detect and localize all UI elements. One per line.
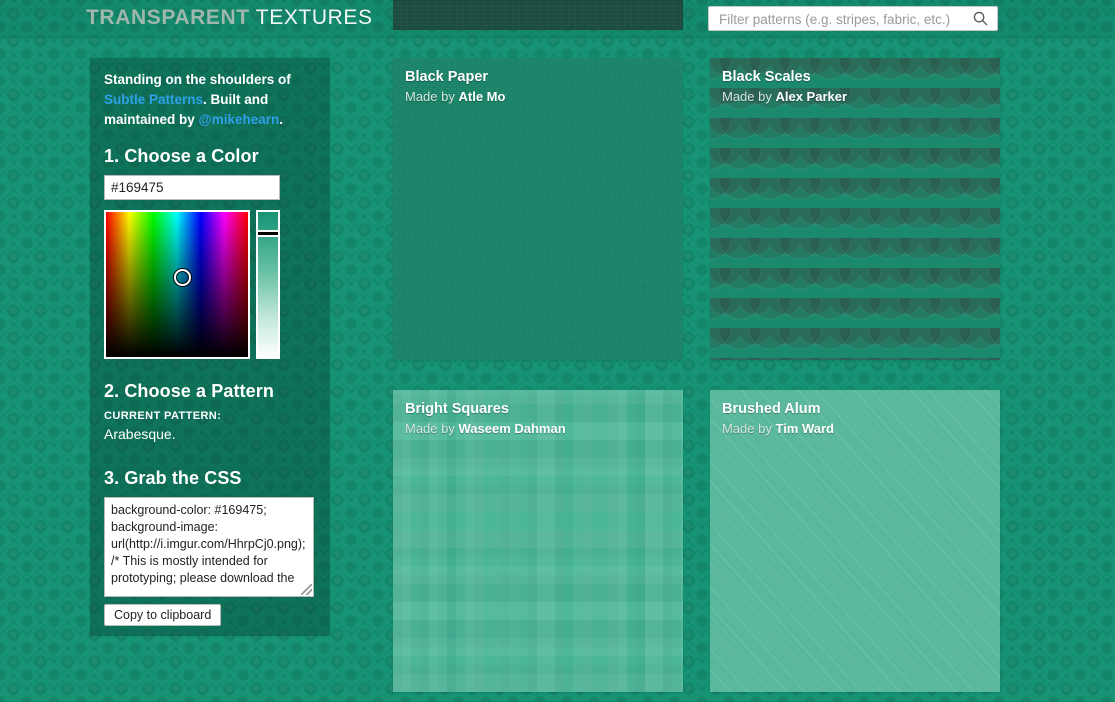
made-by-prefix: Made by bbox=[405, 421, 459, 436]
color-picker-gradient-map[interactable] bbox=[104, 210, 250, 359]
color-picker-cursor[interactable] bbox=[174, 269, 191, 286]
top-bar: TRANSPARENT TEXTURES bbox=[0, 0, 1115, 38]
made-by-prefix: Made by bbox=[722, 89, 776, 104]
copy-to-clipboard-button[interactable]: Copy to clipboard bbox=[104, 604, 222, 626]
pattern-card-title: Bright Squares bbox=[405, 401, 509, 417]
pattern-card-bright-squares[interactable]: Bright Squares Made by Waseem Dahman bbox=[393, 390, 683, 692]
pattern-card-author: Made by Tim Ward bbox=[722, 421, 834, 436]
made-by-prefix: Made by bbox=[405, 89, 459, 104]
color-hex-input[interactable] bbox=[104, 175, 280, 200]
author-name: Waseem Dahman bbox=[458, 421, 566, 436]
author-name: Atle Mo bbox=[458, 89, 506, 104]
site-title-primary: TRANSPARENT bbox=[86, 6, 250, 29]
pattern-card-title: Brushed Alum bbox=[722, 401, 821, 417]
blurb-text-end: . bbox=[279, 112, 283, 127]
filter-search-box[interactable] bbox=[708, 6, 998, 32]
step-3-heading: 3. Grab the CSS bbox=[104, 468, 242, 488]
current-pattern-label: CURRENT PATTERN: bbox=[104, 410, 222, 422]
step-2-heading: 2. Choose a Pattern bbox=[104, 381, 274, 401]
search-icon bbox=[973, 11, 988, 26]
current-pattern-value: Arabesque. bbox=[104, 426, 176, 442]
author-name: Alex Parker bbox=[775, 89, 848, 104]
pattern-card-brushed-alum[interactable]: Brushed Alum Made by Tim Ward bbox=[710, 390, 1000, 692]
site-title-secondary: TEXTURES bbox=[255, 6, 373, 29]
color-picker[interactable] bbox=[104, 210, 280, 359]
pattern-card-title: Black Scales bbox=[722, 69, 811, 85]
pattern-card-author: Made by Alex Parker bbox=[722, 89, 847, 104]
color-value-slider-handle[interactable] bbox=[256, 230, 280, 237]
css-output-container: background-color: #169475; background-im… bbox=[104, 497, 314, 597]
css-output-textarea[interactable]: background-color: #169475; background-im… bbox=[104, 497, 314, 597]
ad-banner[interactable] bbox=[393, 0, 683, 30]
pattern-card-black-paper[interactable]: Black Paper Made by Atle Mo bbox=[393, 58, 683, 360]
pattern-card-author: Made by Waseem Dahman bbox=[405, 421, 566, 436]
pattern-card-author: Made by Atle Mo bbox=[405, 89, 505, 104]
site-title: TRANSPARENT TEXTURES bbox=[86, 6, 373, 30]
made-by-prefix: Made by bbox=[722, 421, 776, 436]
sidebar-panel: Standing on the shoulders of Subtle Patt… bbox=[90, 58, 330, 636]
link-mikehearn[interactable]: @mikehearn bbox=[199, 112, 280, 127]
pattern-card-title: Black Paper bbox=[405, 69, 489, 85]
link-subtle-patterns[interactable]: Subtle Patterns bbox=[104, 92, 203, 107]
step-1-heading: 1. Choose a Color bbox=[104, 146, 259, 166]
credits-blurb: Standing on the shoulders of Subtle Patt… bbox=[104, 70, 316, 130]
author-name: Tim Ward bbox=[775, 421, 834, 436]
pattern-card-black-scales[interactable]: Black Scales Made by Alex Parker bbox=[710, 58, 1000, 360]
search-input[interactable] bbox=[717, 7, 971, 32]
blurb-text-start: Standing on the shoulders of bbox=[104, 72, 291, 87]
